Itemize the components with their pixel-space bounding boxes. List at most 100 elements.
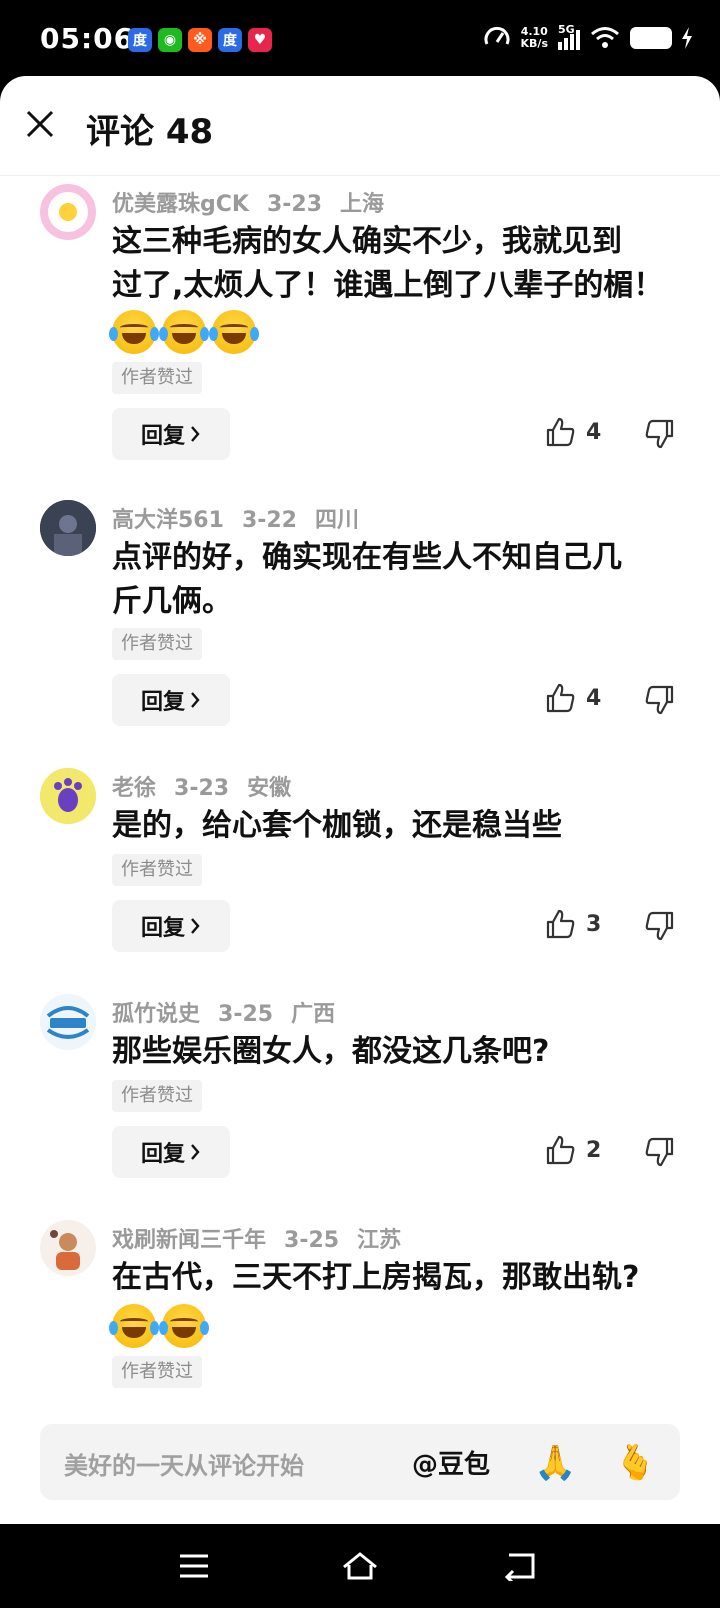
chevron-right-icon	[191, 692, 200, 708]
pray-emoji-icon[interactable]: 🙏	[534, 1442, 576, 1484]
emoji-row	[109, 1304, 209, 1348]
comment-meta: 优美露珠gCK 3-23 上海	[112, 186, 402, 218]
comment-text: 点评的好，确实现在有些人不知自己几 斤几俩。	[112, 540, 622, 619]
dislike-button[interactable]	[644, 1136, 676, 1172]
like-button[interactable]: 4	[544, 682, 601, 714]
sheet-header: 评论 48	[0, 76, 720, 176]
thumbs-down-icon	[645, 911, 674, 941]
username[interactable]: 老徐	[112, 776, 156, 801]
comment-input-placeholder: 美好的一天从评论开始	[64, 1452, 304, 1480]
menu-icon	[180, 1554, 208, 1578]
avatar[interactable]	[40, 500, 96, 556]
comment-location: 上海	[340, 192, 385, 217]
system-nav-bar	[0, 1524, 720, 1608]
comment-item: 老徐 3-23 安徽 是的，给心套个枷锁，还是稳当些 作者赞过 回复 3	[0, 760, 720, 986]
username[interactable]: 高大洋561	[112, 508, 224, 533]
avatar[interactable]	[40, 184, 96, 240]
mention-doubao-button[interactable]: @豆包	[412, 1444, 490, 1481]
baidu-icon: 度	[218, 28, 242, 52]
comment-date: 3-25	[284, 1228, 340, 1253]
like-count: 2	[586, 1137, 602, 1163]
comment-meta: 戏刷新闻三千年 3-25 江苏	[112, 1222, 419, 1254]
dislike-button[interactable]	[644, 910, 676, 946]
comment-text: 在古代，三天不打上房揭瓦，那敢出轨?	[112, 1260, 640, 1295]
thumbs-up-icon	[546, 683, 575, 713]
charging-icon	[682, 27, 692, 49]
back-button[interactable]	[500, 1546, 540, 1586]
baidu-icon: 度	[128, 28, 152, 52]
wechat-icon: ◉	[158, 28, 182, 52]
username[interactable]: 优美露珠gCK	[112, 192, 249, 217]
menu-button[interactable]	[174, 1546, 214, 1586]
laugh-cry-emoji-icon	[159, 1304, 209, 1348]
author-liked-badge: 作者赞过	[112, 628, 202, 660]
comment-text: 是的，给心套个枷锁，还是稳当些	[112, 808, 562, 843]
comment-location: 江苏	[357, 1228, 402, 1253]
avatar[interactable]	[40, 1220, 96, 1276]
comment-location: 四川	[315, 508, 360, 533]
net-speed: 4.10 KB/s	[520, 25, 548, 50]
wifi-icon	[591, 27, 619, 48]
avatar[interactable]	[40, 994, 96, 1050]
username[interactable]: 戏刷新闻三千年	[112, 1228, 266, 1253]
comment-date: 3-25	[218, 1002, 274, 1027]
thumbs-up-icon	[546, 1135, 575, 1165]
reply-button[interactable]: 回复	[112, 408, 230, 460]
page-title: 评论 48	[86, 112, 214, 152]
speedometer-icon	[484, 26, 509, 45]
author-liked-badge: 作者赞过	[112, 1356, 202, 1388]
username[interactable]: 孤竹说史	[112, 1002, 200, 1027]
comments-sheet: 评论 48 优美露珠gCK 3-23 上海 这三种毛病的女人确实不少，我就见到 过了…	[0, 76, 720, 1524]
comment-item: 孤竹说史 3-25 广西 那些娱乐圈女人，都没这几条吧? 作者赞过 回复 2	[0, 986, 720, 1212]
comment-text: 那些娱乐圈女人，都没这几条吧?	[112, 1034, 550, 1069]
like-count: 4	[586, 419, 602, 445]
author-liked-badge: 作者赞过	[112, 854, 202, 886]
finger-heart-emoji-icon[interactable]: 🫰	[614, 1442, 656, 1484]
comment-input[interactable]: 美好的一天从评论开始 @豆包 🙏 🫰	[40, 1424, 680, 1500]
comment-item: 优美露珠gCK 3-23 上海 这三种毛病的女人确实不少，我就见到 过了,太烦人了！…	[0, 176, 720, 492]
chevron-right-icon	[191, 1144, 200, 1160]
thumbs-down-icon	[645, 419, 674, 449]
laugh-cry-emoji-icon	[159, 310, 209, 354]
thumbs-up-icon	[546, 909, 575, 939]
comment-meta: 高大洋561 3-22 四川	[112, 502, 377, 534]
reply-button[interactable]: 回复	[112, 674, 230, 726]
reply-button[interactable]: 回复	[112, 1126, 230, 1178]
battery-icon	[630, 27, 672, 49]
close-icon	[26, 110, 54, 138]
comment-date: 3-22	[241, 508, 297, 533]
like-count: 4	[586, 685, 602, 711]
status-app-icons: 度 ◉ ※ 度 ♥	[128, 28, 272, 52]
comment-list[interactable]: 优美露珠gCK 3-23 上海 这三种毛病的女人确实不少，我就见到 过了,太烦人了！…	[0, 176, 720, 1488]
loud-cry-emoji-icon	[109, 1304, 159, 1348]
thumbs-down-icon	[645, 1137, 674, 1167]
close-button[interactable]	[22, 106, 58, 142]
red-app-icon: ♥	[248, 28, 272, 52]
laugh-cry-emoji-icon	[109, 310, 159, 354]
comment-text: 这三种毛病的女人确实不少，我就见到 过了,太烦人了！谁遇上倒了八辈子的楣！	[112, 224, 664, 303]
like-button[interactable]: 4	[544, 416, 601, 448]
like-count: 3	[586, 911, 602, 937]
signal-icon: 5G	[558, 23, 580, 50]
dislike-button[interactable]	[644, 418, 676, 454]
comment-date: 3-23	[174, 776, 230, 801]
comment-item: 高大洋561 3-22 四川 点评的好，确实现在有些人不知自己几 斤几俩。 作者赞过…	[0, 492, 720, 760]
laugh-cry-emoji-icon	[209, 310, 259, 354]
home-button[interactable]	[340, 1546, 380, 1586]
comment-meta: 老徐 3-23 安徽	[112, 770, 309, 802]
home-icon	[343, 1552, 377, 1580]
author-liked-badge: 作者赞过	[112, 362, 202, 394]
comment-meta: 孤竹说史 3-25 广西	[112, 996, 353, 1028]
dislike-button[interactable]	[644, 684, 676, 720]
avatar[interactable]	[40, 768, 96, 824]
thumbs-down-icon	[645, 685, 674, 715]
comment-date: 3-23	[266, 192, 323, 217]
like-button[interactable]: 3	[544, 908, 601, 940]
status-indicators: 4.10 KB/s 5G	[483, 24, 692, 52]
like-button[interactable]: 2	[544, 1134, 601, 1166]
network-type: 5G	[558, 23, 575, 36]
reply-button[interactable]: 回复	[112, 900, 230, 952]
author-liked-badge: 作者赞过	[112, 1080, 202, 1112]
comment-location: 广西	[291, 1002, 336, 1027]
status-time: 05:06	[40, 22, 135, 55]
